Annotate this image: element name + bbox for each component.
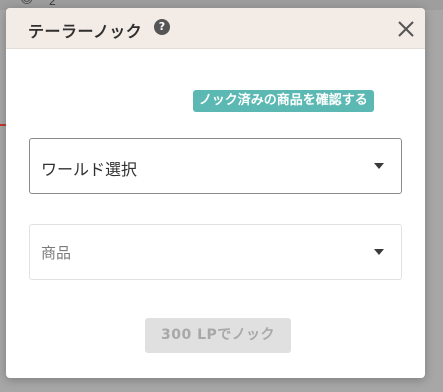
product-select-label: 商品 — [41, 244, 72, 262]
chevron-down-icon — [374, 163, 384, 169]
knock-button[interactable]: 300 LPでノック — [145, 318, 291, 353]
help-icon[interactable]: ? — [154, 19, 170, 35]
check-knocked-products-link[interactable]: ノック済みの商品を確認する — [193, 90, 374, 112]
modal-header: テーラーノック ? — [6, 8, 425, 49]
world-select-label: ワールド選択 — [41, 160, 138, 179]
smiley-icon: ☺ — [20, 0, 34, 7]
reaction-count: 2 — [49, 0, 56, 8]
chevron-down-icon — [374, 249, 384, 255]
world-select[interactable]: ワールド選択 — [29, 138, 402, 194]
close-button[interactable] — [395, 18, 417, 40]
tailor-knock-modal: テーラーノック ? ノック済みの商品を確認する ワールド選択 商品 300 LP… — [6, 8, 425, 378]
close-icon — [398, 21, 414, 37]
modal-title: テーラーノック — [28, 22, 143, 41]
product-select[interactable]: 商品 — [29, 224, 402, 280]
